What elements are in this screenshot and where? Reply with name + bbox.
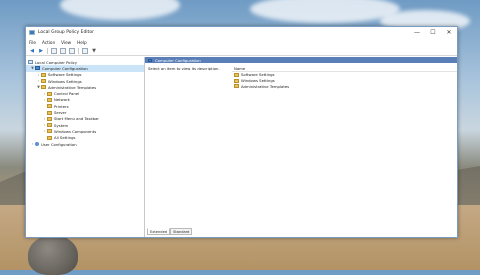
navigation-tree: Local Computer Policy ▼ Computer Configu…: [26, 57, 145, 237]
details-body: Select an item to view its description. …: [145, 63, 457, 89]
details-pane: Computer Configuration Select an item to…: [145, 57, 457, 237]
column-header-name[interactable]: Name: [232, 65, 457, 72]
folder-icon: [47, 104, 52, 109]
title-bar: Local Group Policy Editor — ☐ ✕: [26, 27, 457, 38]
back-arrow-icon[interactable]: ◀: [29, 48, 35, 54]
minimize-button[interactable]: —: [409, 27, 425, 38]
help-icon[interactable]: [82, 47, 88, 54]
view-tabs: Extended Standard: [147, 228, 193, 235]
tree-item-label: Local Computer Policy: [35, 59, 78, 65]
details-header-title: Computer Configuration: [155, 57, 201, 63]
tab-extended[interactable]: Extended: [147, 228, 171, 235]
tab-standard[interactable]: Standard: [170, 228, 193, 235]
properties-icon[interactable]: [69, 47, 75, 54]
folder-icon: [47, 97, 52, 102]
computer-icon: [148, 58, 152, 62]
tree-item-label: Control Panel: [54, 91, 80, 97]
tree-item-label: System: [54, 122, 69, 128]
folder-icon: [41, 72, 46, 77]
menu-action[interactable]: Action: [42, 40, 55, 45]
menu-file[interactable]: File: [29, 40, 36, 45]
tree-item-label: Administrative Templates: [48, 84, 97, 90]
folder-icon: [47, 91, 52, 96]
folder-icon: [47, 123, 52, 128]
cloud: [250, 0, 400, 23]
tree-item-label: Server: [54, 110, 67, 116]
forward-arrow-icon[interactable]: ▶: [38, 48, 44, 54]
folder-icon: [234, 78, 239, 83]
cloud: [60, 0, 180, 20]
folder-icon: [41, 79, 46, 84]
menu-help[interactable]: Help: [77, 40, 87, 45]
list-item-label: Software Settings: [241, 72, 275, 78]
app-icon: [29, 30, 35, 35]
filter-icon[interactable]: ▼: [91, 48, 97, 54]
folder-icon: [234, 84, 239, 89]
menu-bar: File Action View Help: [26, 38, 457, 46]
tree-item-label: User Configuration: [41, 141, 77, 147]
toolbar: ◀ ▶ ▼: [26, 46, 457, 56]
folder-icon: [47, 110, 52, 115]
computer-icon: [35, 66, 40, 71]
tree-item-user-configuration[interactable]: › User Configuration: [26, 141, 144, 147]
window-title: Local Group Policy Editor: [38, 30, 94, 35]
tree-item-label: Windows Components: [54, 128, 97, 134]
tree-item-label: All Settings: [54, 135, 76, 141]
group-policy-editor-window: Local Group Policy Editor — ☐ ✕ File Act…: [25, 26, 458, 238]
menu-view[interactable]: View: [61, 40, 71, 45]
background-rock: [28, 235, 78, 275]
tree-item-label: Windows Settings: [48, 78, 82, 84]
folder-icon: [41, 85, 46, 90]
policy-icon: [28, 60, 33, 65]
tree-item-label: Computer Configuration: [42, 65, 88, 71]
toolbar-separator: [47, 47, 48, 54]
user-icon: [35, 142, 39, 146]
folder-icon: [47, 116, 52, 121]
toolbar-separator: [78, 47, 79, 54]
close-button[interactable]: ✕: [441, 27, 457, 38]
folder-icon: [234, 72, 239, 77]
main-content: Local Computer Policy ▼ Computer Configu…: [26, 57, 457, 237]
folder-icon: [47, 129, 52, 134]
list-item-label: Windows Settings: [241, 78, 275, 84]
details-list: Name Software Settings Windows Settings …: [232, 63, 457, 89]
folder-icon: [47, 135, 52, 140]
list-item-label: Administrative Templates: [241, 83, 290, 89]
show-hide-tree-icon[interactable]: [60, 47, 66, 54]
description-text: Select an item to view its description.: [148, 66, 220, 71]
tree-item-label: Start Menu and Taskbar: [54, 116, 99, 122]
tree-item-label: Printers: [54, 103, 69, 109]
maximize-button[interactable]: ☐: [425, 27, 441, 38]
tree-item-label: Network: [54, 97, 70, 103]
list-item[interactable]: Administrative Templates: [232, 84, 457, 90]
up-folder-icon[interactable]: [51, 47, 57, 54]
tree-item-label: Software Settings: [48, 72, 82, 78]
